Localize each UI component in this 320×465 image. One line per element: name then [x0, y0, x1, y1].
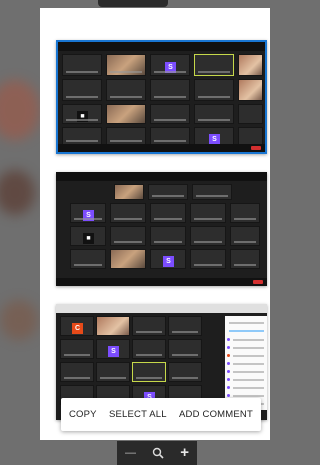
- zoom-out-button[interactable]: —: [125, 441, 136, 465]
- background-figure: [0, 80, 40, 140]
- participant-tile: [190, 249, 226, 269]
- participant-tile: [150, 226, 186, 246]
- participant-tile: [132, 339, 166, 359]
- meeting-toolbar: [58, 144, 265, 152]
- participant-tile: [62, 79, 102, 101]
- participant-tile: ■: [62, 104, 102, 124]
- participant-tile: [194, 104, 234, 124]
- participant-tile: [238, 104, 263, 124]
- background-figure: [0, 170, 35, 215]
- participant-tile: [110, 203, 146, 223]
- participant-tile: [70, 249, 106, 269]
- participant-tile: [150, 203, 186, 223]
- copy-button[interactable]: COPY: [69, 409, 97, 420]
- participant-tile: S: [150, 54, 190, 76]
- participant-tile: C: [60, 316, 94, 336]
- participant-tile: S: [70, 203, 106, 223]
- zoom-in-button[interactable]: +: [180, 441, 189, 465]
- participant-tile: [114, 184, 144, 200]
- participant-tile: [150, 127, 190, 145]
- participant-tile: [62, 54, 102, 76]
- meeting-top-bar: [56, 172, 267, 181]
- participant-tile: [168, 362, 202, 382]
- background-figure: [0, 300, 38, 340]
- participant-tile: [106, 127, 146, 145]
- participant-tile: [60, 339, 94, 359]
- participants-panel: [225, 316, 267, 410]
- participant-tile: [192, 184, 232, 200]
- text-selection-toolbar: COPY SELECT ALL ADD COMMENT: [61, 398, 261, 431]
- participant-tile: [168, 316, 202, 336]
- zoom-controls: — +: [117, 441, 197, 465]
- end-meeting-button: [251, 146, 261, 150]
- participant-tile: [190, 226, 226, 246]
- end-meeting-button: [253, 280, 263, 284]
- participant-tile: [106, 54, 146, 76]
- participant-tile: [110, 249, 146, 269]
- active-speaker-tile: [132, 362, 166, 382]
- active-speaker-tile: [194, 54, 234, 76]
- participant-tile: [60, 362, 94, 382]
- participant-tile: [194, 79, 234, 101]
- page-thumbnail-2[interactable]: S ■ S: [56, 172, 267, 286]
- participant-tile: [230, 203, 260, 223]
- participant-tile: [150, 104, 190, 124]
- participant-tile: [148, 184, 188, 200]
- participant-tile: ■: [70, 226, 106, 246]
- participant-tile: [106, 79, 146, 101]
- participant-tile: [62, 127, 102, 145]
- participant-tile: [238, 79, 263, 101]
- add-comment-button[interactable]: ADD COMMENT: [179, 409, 253, 420]
- page-overview-sheet: S ■ S S ■ S C S: [40, 8, 270, 440]
- meeting-top-bar: [58, 42, 265, 51]
- participant-tile: S: [96, 339, 130, 359]
- participant-tile: [150, 79, 190, 101]
- participant-tile: [168, 339, 202, 359]
- participant-tile: [96, 316, 130, 336]
- participant-tile: [238, 54, 263, 76]
- participant-tile: [110, 226, 146, 246]
- top-handle: [98, 0, 168, 7]
- zoom-icon[interactable]: [152, 447, 164, 459]
- browser-top-bar: [56, 304, 267, 313]
- participant-tile: [190, 203, 226, 223]
- select-all-button[interactable]: SELECT ALL: [109, 409, 167, 420]
- participant-tile: [238, 127, 263, 145]
- meeting-toolbar: [56, 278, 267, 286]
- page-thumbnail-1[interactable]: S ■ S: [56, 40, 267, 154]
- participant-tile: [230, 226, 260, 246]
- participant-tile: S: [150, 249, 186, 269]
- participant-tile: [106, 104, 146, 124]
- participant-tile: [132, 316, 166, 336]
- participant-tile: S: [194, 127, 234, 145]
- participant-tile: [230, 249, 260, 269]
- participant-tile: [96, 362, 130, 382]
